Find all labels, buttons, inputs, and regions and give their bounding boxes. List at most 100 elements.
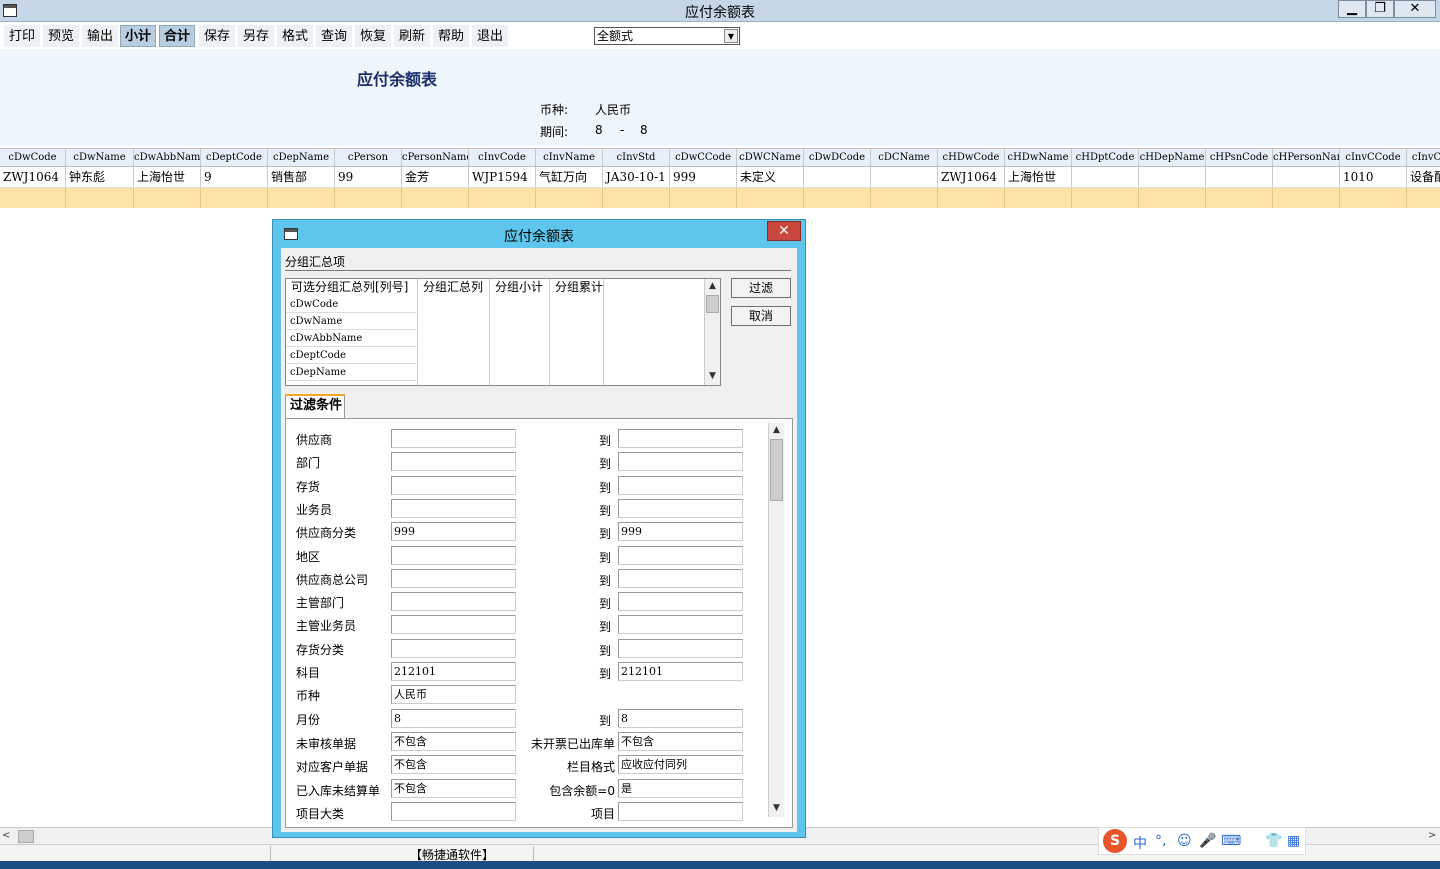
field-from-input[interactable] bbox=[391, 638, 516, 658]
skin-icon[interactable]: 👕 bbox=[1265, 833, 1282, 849]
field-to-input[interactable]: 8 bbox=[618, 708, 743, 728]
scroll-up-icon[interactable]: ▲ bbox=[705, 279, 720, 294]
column-header[interactable]: cDCName bbox=[871, 149, 938, 166]
table-cell[interactable]: 9 bbox=[201, 167, 268, 187]
scroll-thumb[interactable] bbox=[706, 295, 719, 313]
tab-filter-conditions[interactable]: 过滤条件 bbox=[285, 394, 345, 418]
table-row-selected[interactable] bbox=[0, 188, 1440, 208]
column-header[interactable]: cDwCCode bbox=[670, 149, 737, 166]
column-header[interactable]: cInvName bbox=[536, 149, 603, 166]
field-to-input[interactable] bbox=[618, 592, 743, 612]
table-cell[interactable] bbox=[201, 188, 268, 208]
query-button[interactable]: 查询 bbox=[316, 25, 353, 47]
table-cell[interactable] bbox=[1340, 188, 1407, 208]
list-item[interactable]: cDwName bbox=[286, 313, 418, 330]
restore-layout-button[interactable]: 恢复 bbox=[355, 25, 392, 47]
ime-toolbar[interactable]: S 中 °, ☺ 🎤 ⌨ 👕 ▦ bbox=[1098, 827, 1306, 855]
table-cell[interactable] bbox=[66, 188, 134, 208]
table-cell[interactable]: ZWJ1064 bbox=[0, 167, 66, 187]
table-cell[interactable] bbox=[469, 188, 536, 208]
field-to-input[interactable] bbox=[618, 568, 743, 588]
export-button[interactable]: 输出 bbox=[82, 25, 119, 47]
dialog-close-button[interactable]: ✕ bbox=[767, 221, 801, 241]
column-header[interactable]: cDWCName bbox=[737, 149, 804, 166]
table-cell[interactable] bbox=[1206, 188, 1273, 208]
table-cell[interactable] bbox=[871, 167, 938, 187]
scroll-thumb[interactable] bbox=[18, 830, 34, 843]
table-cell[interactable] bbox=[603, 188, 670, 208]
table-cell[interactable]: 销售部 bbox=[268, 167, 335, 187]
table-cell[interactable] bbox=[1072, 167, 1139, 187]
table-cell[interactable]: ZWJ1064 bbox=[938, 167, 1005, 187]
filter-button[interactable]: 过滤 bbox=[731, 278, 791, 298]
field-to-input[interactable] bbox=[618, 475, 743, 495]
save-as-button[interactable]: 另存 bbox=[238, 25, 275, 47]
list-header-available[interactable]: 可选分组汇总列[列号] bbox=[288, 279, 408, 296]
help-button[interactable]: 帮助 bbox=[433, 25, 470, 47]
field-to-input[interactable] bbox=[618, 429, 743, 448]
refresh-button[interactable]: 刷新 bbox=[394, 25, 431, 47]
option-select-right[interactable]: 应收应付同列 bbox=[618, 755, 743, 775]
table-cell[interactable] bbox=[536, 188, 603, 208]
field-from-input[interactable] bbox=[391, 592, 516, 612]
scroll-right-icon[interactable]: > bbox=[1428, 830, 1436, 841]
table-cell[interactable]: 气缸万向 bbox=[536, 167, 603, 187]
table-cell[interactable] bbox=[0, 188, 66, 208]
column-header[interactable]: cDeptCode bbox=[201, 149, 268, 166]
format-select[interactable]: 全额式 ▼ bbox=[594, 27, 740, 45]
column-header[interactable]: cPersonName bbox=[402, 149, 469, 166]
scroll-up-icon[interactable]: ▲ bbox=[769, 423, 784, 438]
column-header[interactable]: cHDptCode bbox=[1072, 149, 1139, 166]
scroll-thumb[interactable] bbox=[770, 439, 783, 501]
field-from-input[interactable]: 999 bbox=[391, 522, 516, 542]
column-header[interactable]: cInvC bbox=[1407, 149, 1440, 166]
table-cell[interactable]: 上海怡世 bbox=[134, 167, 201, 187]
field-from-input[interactable] bbox=[391, 545, 516, 565]
list-item[interactable]: cDwAbbName bbox=[286, 330, 418, 347]
table-cell[interactable] bbox=[938, 188, 1005, 208]
field-to-input[interactable]: 212101 bbox=[618, 662, 743, 681]
table-cell[interactable] bbox=[1072, 188, 1139, 208]
close-button[interactable]: ✕ bbox=[1394, 0, 1436, 18]
keyboard-icon[interactable]: ⌨ bbox=[1221, 833, 1241, 849]
table-cell[interactable] bbox=[402, 188, 469, 208]
subtotal-button[interactable]: 小计 bbox=[120, 25, 157, 47]
punctuation-icon[interactable]: °, bbox=[1155, 833, 1166, 849]
option-select[interactable]: 不包含 bbox=[391, 731, 516, 751]
total-button[interactable]: 合计 bbox=[159, 25, 196, 47]
scroll-left-icon[interactable]: < bbox=[2, 830, 10, 841]
sogou-logo-icon[interactable]: S bbox=[1103, 829, 1127, 853]
table-cell[interactable]: 钟东彪 bbox=[66, 167, 134, 187]
table-cell[interactable] bbox=[1139, 167, 1206, 187]
restore-button[interactable]: ❐ bbox=[1366, 0, 1394, 18]
table-cell[interactable] bbox=[804, 167, 871, 187]
print-button[interactable]: 打印 bbox=[4, 25, 41, 47]
exit-button[interactable]: 退出 bbox=[472, 25, 509, 47]
scroll-down-icon[interactable]: ▼ bbox=[705, 369, 720, 384]
option-select-right[interactable]: 是 bbox=[618, 778, 743, 798]
field-to-input[interactable] bbox=[618, 545, 743, 565]
chevron-down-icon[interactable]: ▼ bbox=[724, 29, 738, 43]
scroll-down-icon[interactable]: ▼ bbox=[769, 801, 784, 816]
table-cell[interactable] bbox=[134, 188, 201, 208]
field-from-input[interactable]: 人民币 bbox=[391, 685, 516, 705]
table-cell[interactable] bbox=[737, 188, 804, 208]
table-cell[interactable] bbox=[670, 188, 737, 208]
table-cell[interactable] bbox=[804, 188, 871, 208]
field-from-input[interactable] bbox=[391, 452, 516, 472]
save-button[interactable]: 保存 bbox=[199, 25, 236, 47]
option-select-right[interactable]: 不包含 bbox=[618, 731, 743, 751]
column-header[interactable]: cDwDCode bbox=[804, 149, 871, 166]
field-from-input[interactable] bbox=[391, 429, 516, 448]
table-cell[interactable]: JA30-10-1 bbox=[603, 167, 670, 187]
table-cell[interactable]: 99 bbox=[335, 167, 402, 187]
column-header[interactable]: cInvStd bbox=[603, 149, 670, 166]
option-select-right[interactable] bbox=[618, 801, 743, 821]
column-header[interactable]: cPerson bbox=[335, 149, 402, 166]
group-columns-list[interactable]: 可选分组汇总列[列号] 分组汇总列 分组小计 分组累计 cDwCode cDwNa… bbox=[285, 278, 721, 386]
chinese-mode-icon[interactable]: 中 bbox=[1133, 833, 1147, 853]
table-cell[interactable]: 1010 bbox=[1340, 167, 1407, 187]
column-header[interactable]: cHPersonName bbox=[1273, 149, 1340, 166]
toolbox-icon[interactable]: ▦ bbox=[1287, 833, 1300, 849]
table-cell[interactable] bbox=[1273, 188, 1340, 208]
